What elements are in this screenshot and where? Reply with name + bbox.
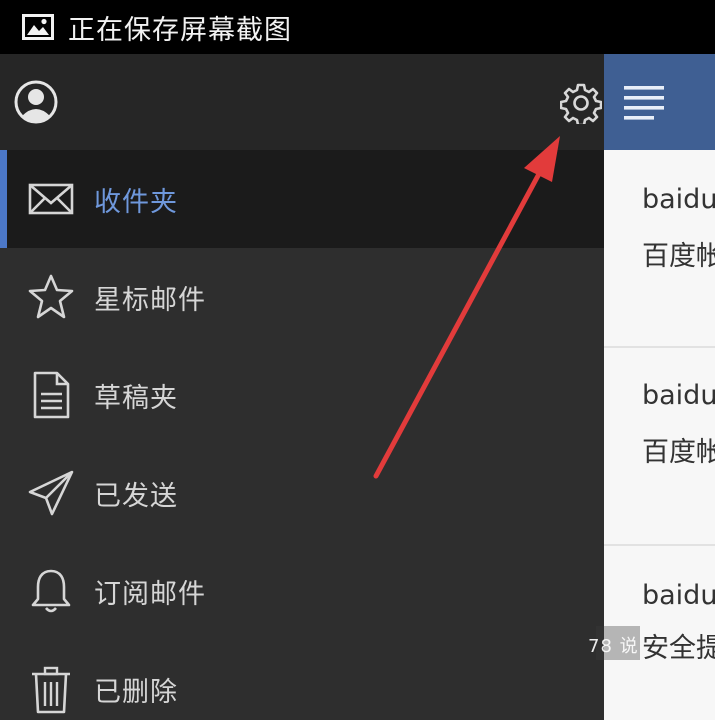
menu-label-inbox: 收件夹 (94, 186, 178, 218)
status-text: 正在保存屏幕截图 (68, 14, 292, 46)
menu-item-inbox[interactable]: 收件夹 (0, 150, 604, 248)
hamburger-icon[interactable] (624, 82, 666, 122)
envelope-icon (28, 183, 74, 215)
menu-item-deleted[interactable]: 已删除 (0, 640, 604, 720)
star-icon (28, 274, 74, 319)
menu-item-subscriptions[interactable]: 订阅邮件 (0, 542, 604, 640)
mail-subject: 百度帐 (642, 437, 715, 468)
mail-row[interactable]: baidu 百度帐 (604, 150, 715, 348)
menu-label-sent: 已发送 (94, 480, 178, 512)
mail-subject: 百度帐 (642, 241, 715, 272)
folder-menu: 收件夹 星标邮件 草稿夹 已发送 订阅邮件 已删除 (0, 150, 604, 720)
menu-item-starred[interactable]: 星标邮件 (0, 248, 604, 346)
paper-plane-icon (28, 470, 74, 516)
menu-label-drafts: 草稿夹 (94, 382, 178, 414)
menu-item-sent[interactable]: 已发送 (0, 444, 604, 542)
bell-icon (31, 569, 71, 613)
gear-icon[interactable] (560, 82, 602, 124)
mail-sender: baidu (642, 380, 715, 411)
mail-list-panel: baidu 百度帐 baidu 百度帐 baidu 安全提 (604, 54, 715, 720)
menu-label-starred: 星标邮件 (94, 284, 206, 316)
trash-icon (32, 666, 70, 714)
document-icon (33, 371, 70, 419)
navigation-drawer: 收件夹 星标邮件 草稿夹 已发送 订阅邮件 已删除 (0, 54, 604, 720)
status-bar: 正在保存屏幕截图 (0, 0, 715, 54)
image-icon (22, 14, 54, 40)
watermark: 78 说 (588, 636, 639, 657)
menu-label-deleted: 已删除 (94, 676, 178, 708)
menu-label-subscriptions: 订阅邮件 (94, 578, 206, 610)
mail-sender: baidu (642, 580, 715, 611)
mail-sender: baidu (642, 184, 715, 215)
drawer-header (0, 54, 604, 150)
user-avatar-icon[interactable] (14, 78, 58, 126)
menu-item-drafts[interactable]: 草稿夹 (0, 346, 604, 444)
screen: 正在保存屏幕截图 收件夹 星标邮件 草稿夹 已发送 订阅邮件 已删除 baidu… (0, 0, 715, 720)
mail-subject: 安全提 (642, 633, 715, 664)
mail-row[interactable]: baidu 百度帐 (604, 348, 715, 546)
mail-list-header (604, 54, 715, 150)
